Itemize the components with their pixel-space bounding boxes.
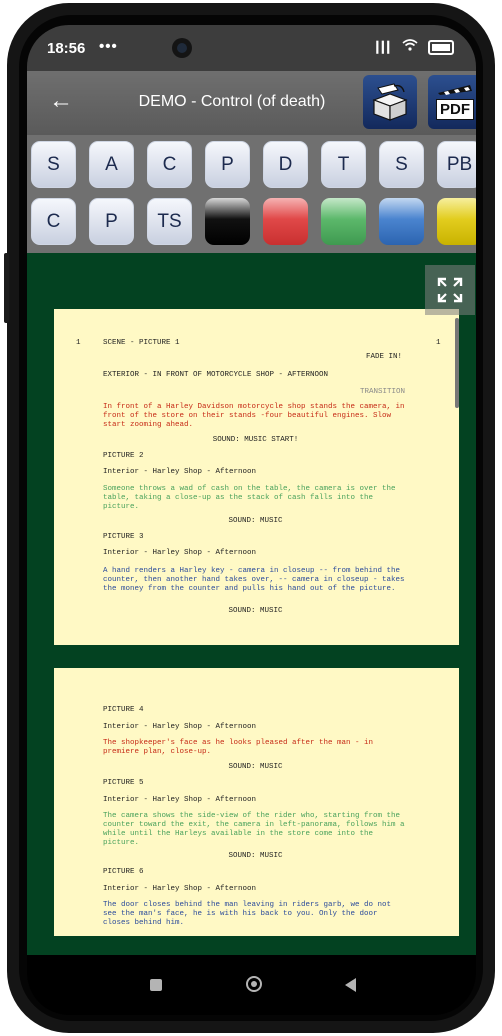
signal-icon: ▎▎▎ <box>376 42 395 54</box>
scene-heading: SCENE - PICTURE 1 <box>103 339 180 347</box>
export-box-button[interactable] <box>363 75 417 129</box>
shot-button[interactable]: S <box>379 141 424 188</box>
script-page-2: PICTURE 4 Interior - Harley Shop - After… <box>54 668 459 936</box>
recents-square-icon[interactable] <box>150 979 162 991</box>
scene-number-left: 1 <box>76 339 81 347</box>
transition-button[interactable]: T <box>321 141 366 188</box>
sound-3: SOUND: MUSIC <box>228 607 283 615</box>
export-pdf-button[interactable]: PDF <box>428 75 476 129</box>
home-circle-icon[interactable] <box>246 976 262 992</box>
action-2: Someone throws a wad of cash on the tabl… <box>103 485 396 511</box>
action-button[interactable]: A <box>89 141 134 188</box>
sound-2: SOUND: MUSIC <box>228 517 283 525</box>
picture-4-heading: PICTURE 4 <box>103 706 144 714</box>
wifi-icon <box>402 39 422 54</box>
interior-2: Interior - Harley Shop - Afternoon <box>103 468 257 476</box>
action-4: The shopkeeper's face as he looks please… <box>103 739 374 756</box>
back-triangle-icon[interactable] <box>345 978 356 992</box>
script-page-1: 1 SCENE - PICTURE 1 1 FADE IN! EXTERIOR … <box>54 309 459 645</box>
picture-3-heading: PICTURE 3 <box>103 533 144 541</box>
screen: 18:56 ••• ▎▎▎ ← DEMO - Control (of death… <box>27 25 476 1015</box>
page-break-button[interactable]: PB <box>437 141 476 188</box>
color-swatch-yellow[interactable] <box>437 198 476 245</box>
character-button[interactable]: C <box>147 141 192 188</box>
comment-button[interactable]: C <box>31 198 76 245</box>
box-export-icon <box>372 83 408 121</box>
transition-label: TRANSITION <box>360 388 406 396</box>
picture-6-heading: PICTURE 6 <box>103 868 144 876</box>
color-swatch-black[interactable] <box>205 198 250 245</box>
interior-6: Interior - Harley Shop - Afternoon <box>103 885 257 893</box>
scrollbar[interactable] <box>455 318 459 408</box>
sound-1: SOUND: MUSIC START! <box>212 436 299 444</box>
color-swatch-red[interactable] <box>263 198 308 245</box>
action-5: The camera shows the side-view of the ri… <box>103 812 405 847</box>
clapperboard-icon <box>438 85 472 95</box>
battery-icon <box>428 40 454 56</box>
status-notification-icons: ••• <box>99 38 118 55</box>
script-viewer[interactable]: 1 SCENE - PICTURE 1 1 FADE IN! EXTERIOR … <box>27 253 476 955</box>
dialogue-button[interactable]: D <box>263 141 308 188</box>
pdf-label: PDF <box>436 98 474 120</box>
fullscreen-icon <box>437 277 463 303</box>
color-swatch-blue[interactable] <box>379 198 424 245</box>
parenthetical-button[interactable]: P <box>205 141 250 188</box>
front-camera <box>172 38 192 58</box>
timestamp-button[interactable]: TS <box>147 198 192 245</box>
action-3: A hand renders a Harley key - camera in … <box>103 567 405 593</box>
picture-button[interactable]: P <box>89 198 134 245</box>
status-right-icons: ▎▎▎ <box>376 39 454 56</box>
picture-2-heading: PICTURE 2 <box>103 452 144 460</box>
status-bar: 18:56 ••• ▎▎▎ <box>27 25 476 71</box>
fade-in: FADE IN! <box>366 353 403 361</box>
color-swatch-green[interactable] <box>321 198 366 245</box>
sound-5: SOUND: MUSIC <box>228 852 283 860</box>
volume-button <box>4 253 9 323</box>
system-nav-bar <box>27 955 476 1015</box>
interior-4: Interior - Harley Shop - Afternoon <box>103 723 257 731</box>
scene-number-right: 1 <box>436 339 441 347</box>
sound-4: SOUND: MUSIC <box>228 763 283 771</box>
picture-5-heading: PICTURE 5 <box>103 779 144 787</box>
fullscreen-button[interactable] <box>425 265 475 315</box>
interior-3: Interior - Harley Shop - Afternoon <box>103 549 257 557</box>
app-bar: ← DEMO - Control (of death) PDF <box>27 71 476 135</box>
scene-button[interactable]: S <box>31 141 76 188</box>
interior-5: Interior - Harley Shop - Afternoon <box>103 796 257 804</box>
exterior-heading: EXTERIOR - IN FRONT OF MOTORCYCLE SHOP -… <box>103 371 329 379</box>
action-6: The door closes behind the man leaving i… <box>103 901 392 927</box>
format-toolbar: S A C P D T S PB C P TS <box>27 135 476 253</box>
action-1: In front of a Harley Davidson motorcycle… <box>103 403 405 429</box>
status-time: 18:56 <box>47 40 86 57</box>
